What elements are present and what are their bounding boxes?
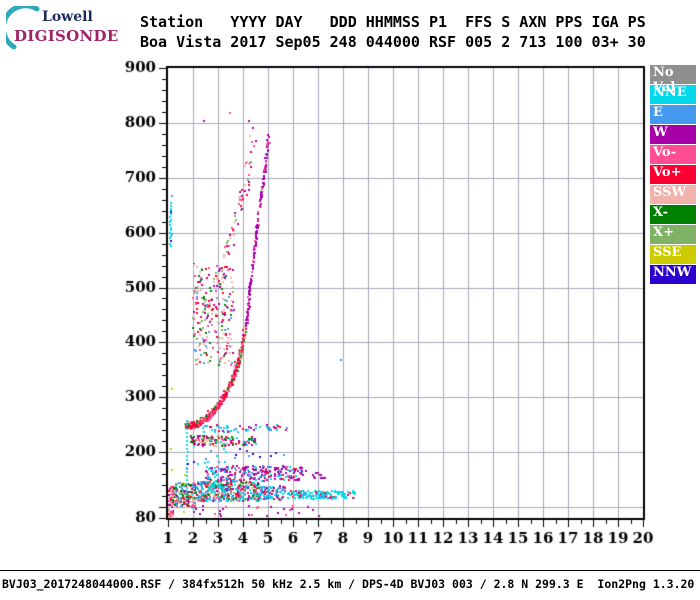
legend-item-e: E [650,105,696,124]
legend-item-x-: X+ [650,225,696,244]
legend-label: X- [653,205,669,220]
legend-item-vo-: Vo+ [650,165,696,184]
legend-item-w: W [650,125,696,144]
ionogram-app: Lowell DIGISONDE Station YYYY DAY DDD HH… [0,0,700,600]
legend-label: E [653,105,663,120]
status-bar: BVJ03_2017248044000.RSF / 384fx512h 50 k… [2,577,695,591]
doppler-legend: No Val NNE E W Vo- Vo+ SSW X- X+ SSE NNW [650,65,696,285]
legend-label: Vo+ [653,165,682,180]
legend-item-ssw: SSW [650,185,696,204]
legend-item-nne: NNE [650,85,696,104]
legend-label: SSE [653,245,682,260]
legend-item-no-val: No Val [650,65,696,95]
legend-label: W [653,125,668,140]
legend-label: SSW [653,185,687,200]
legend-item-sse: SSE [650,245,696,264]
ionogram-canvas [0,0,700,600]
legend-item-x-: X- [650,205,696,224]
legend-label: X+ [653,225,674,240]
legend-label: Vo- [653,145,676,160]
legend-item-vo-: Vo- [650,145,696,164]
legend-label: NNE [653,85,687,100]
legend-item-nnw: NNW [650,265,696,284]
status-divider [0,570,700,571]
legend-label: NNW [653,265,692,280]
